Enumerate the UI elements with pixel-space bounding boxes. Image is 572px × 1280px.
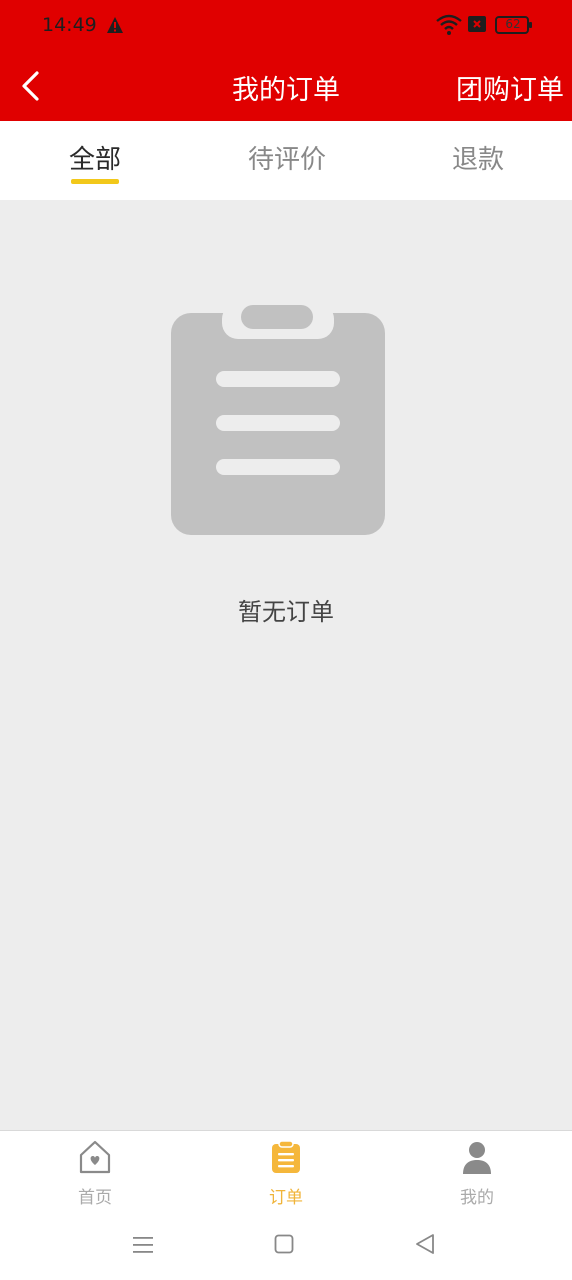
empty-message: 暂无订单 (238, 598, 334, 626)
tab-refund[interactable]: 退款 (418, 139, 538, 176)
order-tabs: 全部 待评价 退款 (0, 121, 572, 200)
empty-clipboard-icon (171, 303, 385, 535)
menu-icon[interactable] (132, 1235, 154, 1255)
clipboard-icon (272, 1140, 300, 1173)
warning-icon (107, 17, 123, 33)
app-bar: 我的订单 团购订单 (0, 50, 572, 121)
nav-home[interactable]: 首页 (45, 1139, 145, 1209)
battery-level: 62 (505, 17, 521, 31)
sim-blocked-icon (468, 16, 486, 32)
system-nav-bar (0, 1215, 572, 1275)
nav-mine[interactable]: 我的 (427, 1139, 527, 1209)
home-icon (79, 1140, 111, 1174)
tab-pending-review[interactable]: 待评价 (227, 139, 347, 176)
status-time: 14:49 (42, 14, 97, 36)
tab-all[interactable]: 全部 (35, 139, 155, 176)
status-bar: 14:49 62 (0, 0, 572, 50)
nav-mine-label: 我的 (460, 1188, 494, 1208)
nav-home-label: 首页 (78, 1188, 112, 1208)
wifi-icon (436, 14, 462, 35)
home-square-icon[interactable] (274, 1234, 294, 1254)
nav-orders[interactable]: 订单 (236, 1139, 336, 1209)
group-buy-orders-link[interactable]: 团购订单 (456, 68, 564, 107)
user-icon (463, 1142, 491, 1174)
back-triangle-icon[interactable] (414, 1233, 436, 1255)
tab-indicator (71, 179, 119, 184)
nav-orders-label: 订单 (269, 1188, 303, 1208)
